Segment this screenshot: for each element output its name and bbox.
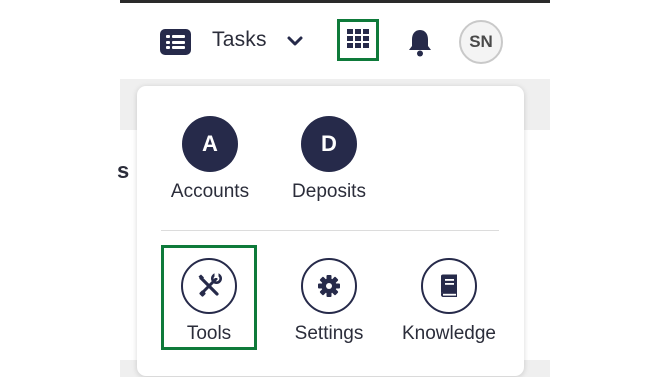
gear-icon xyxy=(318,275,340,297)
app-label: Accounts xyxy=(170,181,250,202)
list-icon[interactable] xyxy=(160,29,191,55)
app-tools[interactable]: Tools xyxy=(150,258,268,345)
app-knowledge[interactable]: Knowledge xyxy=(390,258,508,345)
chevron-down-icon[interactable] xyxy=(285,31,305,51)
app-launcher-menu: A Accounts D Deposits Tools Settings Kno… xyxy=(137,86,524,376)
app-deposits[interactable]: D Deposits xyxy=(270,116,388,203)
background-text-fragment: s xyxy=(117,158,130,183)
app-label: Deposits xyxy=(292,181,366,202)
app-header: Tasks SN xyxy=(0,3,670,79)
app-label: Tools xyxy=(186,323,232,344)
app-launcher-button[interactable] xyxy=(337,19,379,61)
app-label: Knowledge xyxy=(401,323,497,344)
knowledge-circle xyxy=(421,258,477,314)
book-icon xyxy=(441,274,457,297)
page-left-area xyxy=(0,79,120,377)
app-accounts[interactable]: A Accounts xyxy=(151,116,269,203)
app-label: Settings xyxy=(294,323,364,344)
deposits-avatar: D xyxy=(301,116,357,172)
tasks-switcher-label[interactable]: Tasks xyxy=(212,28,267,52)
menu-divider xyxy=(161,230,499,231)
bell-icon[interactable] xyxy=(405,27,435,59)
accounts-avatar: A xyxy=(182,116,238,172)
tools-icon xyxy=(198,273,222,297)
user-avatar[interactable]: SN xyxy=(459,20,503,64)
tools-circle xyxy=(181,258,237,314)
settings-circle xyxy=(301,258,357,314)
app-settings[interactable]: Settings xyxy=(270,258,388,345)
